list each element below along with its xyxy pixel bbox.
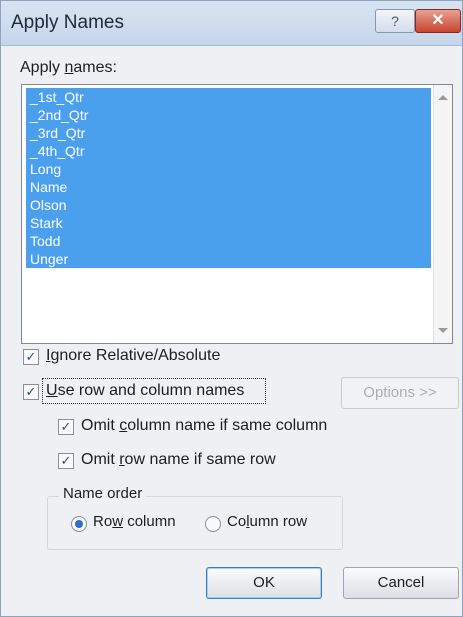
list-scrollbar[interactable]	[433, 85, 452, 343]
cancel-button[interactable]: Cancel	[343, 567, 459, 599]
list-item[interactable]: Unger	[26, 250, 431, 268]
omit-row-label: Omit row name if same row	[81, 451, 276, 468]
use-row-column-checkbox[interactable]: ✓	[23, 384, 39, 400]
column-row-radio[interactable]	[205, 516, 221, 532]
list-item[interactable]: Long	[26, 160, 431, 178]
apply-names-label: Apply names:	[20, 59, 117, 76]
close-button[interactable]: ✕	[415, 9, 461, 33]
options-button[interactable]: Options >>	[341, 377, 459, 409]
list-item[interactable]: Todd	[26, 232, 431, 250]
ignore-relative-checkbox[interactable]: ✓	[23, 349, 39, 365]
scroll-up-arrow-icon[interactable]	[438, 95, 448, 100]
list-item[interactable]: Name	[26, 178, 431, 196]
dialog-title: Apply Names	[11, 12, 124, 33]
list-item[interactable]: Olson	[26, 196, 431, 214]
omit-column-checkbox[interactable]: ✓	[58, 419, 74, 435]
list-item[interactable]: _1st_Qtr	[26, 88, 431, 106]
row-column-radio[interactable]	[71, 516, 87, 532]
use-row-column-label: Use row and column names	[46, 382, 245, 399]
title-bar: Apply Names ? ✕	[1, 1, 462, 46]
omit-column-label: Omit column name if same column	[81, 417, 328, 434]
omit-row-checkbox[interactable]: ✓	[58, 453, 74, 469]
scroll-down-arrow-icon[interactable]	[438, 328, 448, 333]
help-button[interactable]: ?	[375, 9, 415, 33]
ignore-relative-label: Ignore Relative/Absolute	[46, 347, 221, 364]
ok-button[interactable]: OK	[206, 567, 322, 599]
apply-names-dialog: Apply Names ? ✕ Apply names: _1st_Qtr _2…	[0, 0, 463, 617]
column-row-label: Column row	[227, 513, 308, 530]
name-order-title: Name order	[59, 485, 147, 502]
list-item[interactable]: _3rd_Qtr	[26, 124, 431, 142]
row-column-label: Row column	[93, 513, 176, 530]
list-item[interactable]: Stark	[26, 214, 431, 232]
list-item[interactable]: _2nd_Qtr	[26, 106, 431, 124]
names-listbox[interactable]: _1st_Qtr _2nd_Qtr _3rd_Qtr _4th_Qtr Long…	[21, 84, 453, 344]
list-item[interactable]: _4th_Qtr	[26, 142, 431, 160]
names-list: _1st_Qtr _2nd_Qtr _3rd_Qtr _4th_Qtr Long…	[26, 88, 431, 268]
